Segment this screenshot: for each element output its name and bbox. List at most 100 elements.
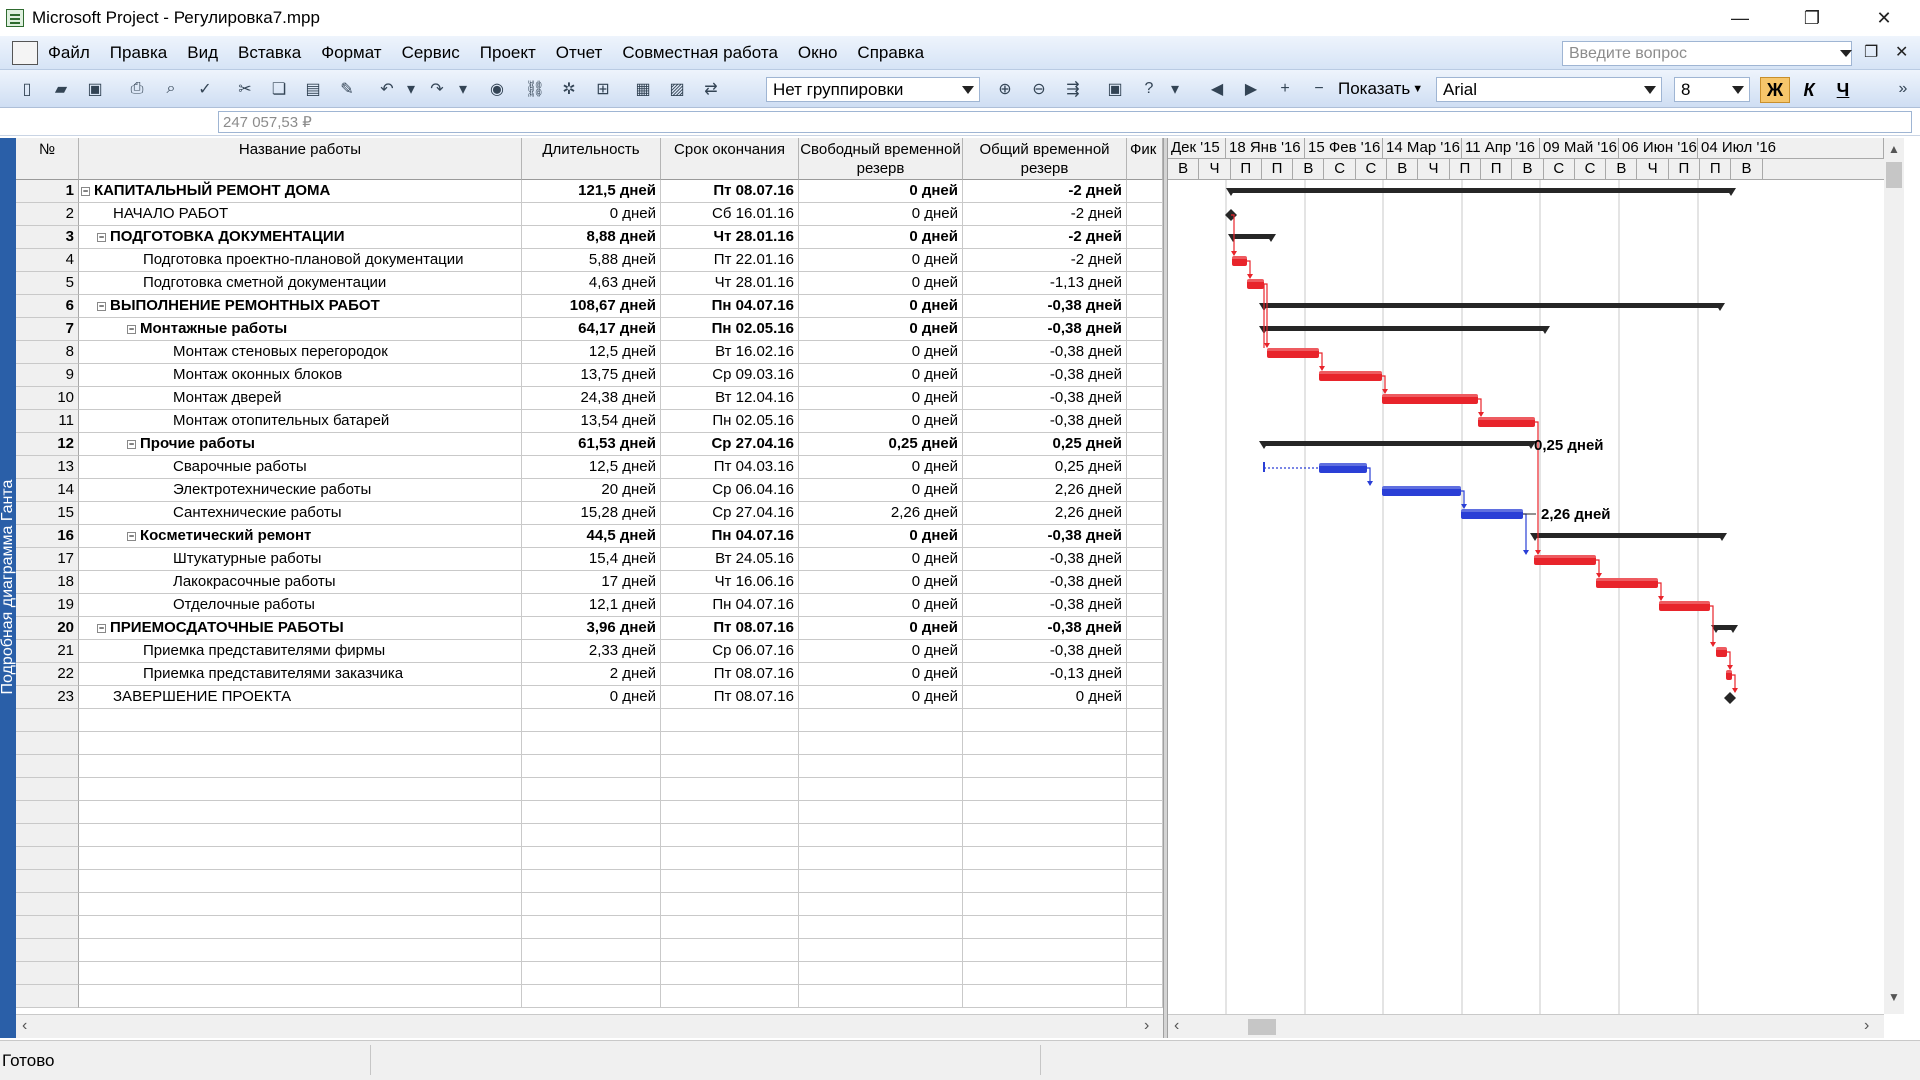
row-id-cell[interactable]: 1 bbox=[16, 180, 79, 203]
task-bar-highlight[interactable] bbox=[1461, 509, 1523, 512]
row-id-cell[interactable] bbox=[16, 778, 79, 801]
empty-row[interactable] bbox=[16, 801, 1163, 824]
column-header-free-slack[interactable]: Свободный временной резерв bbox=[799, 138, 963, 180]
task-name-cell[interactable]: Подготовка сметной документации bbox=[79, 272, 522, 295]
task-row[interactable]: 22 Приемка представителями заказчика 2 дне… bbox=[16, 663, 1163, 686]
fixed-cost-cell[interactable] bbox=[1127, 732, 1163, 755]
task-row[interactable]: 11 Монтаж отопительных батарей 13,54 дней П… bbox=[16, 410, 1163, 433]
menu-collaborate[interactable]: Совместная работа bbox=[622, 43, 778, 63]
fixed-cost-cell[interactable] bbox=[1127, 203, 1163, 226]
summary-bar[interactable] bbox=[1264, 303, 1720, 308]
duration-cell[interactable]: 12,5 дней bbox=[522, 456, 661, 479]
task-bar-highlight[interactable] bbox=[1596, 578, 1658, 581]
finish-cell[interactable] bbox=[661, 962, 799, 985]
hide-subtasks-icon[interactable]: − bbox=[1308, 78, 1330, 100]
fixed-cost-cell[interactable] bbox=[1127, 824, 1163, 847]
fixed-cost-cell[interactable] bbox=[1127, 985, 1163, 1008]
fixed-cost-cell[interactable] bbox=[1127, 295, 1163, 318]
duration-cell[interactable]: 20 дней bbox=[522, 479, 661, 502]
task-name-cell[interactable]: Подготовка проектно-плановой документаци… bbox=[79, 249, 522, 272]
menu-project[interactable]: Проект bbox=[480, 43, 536, 63]
task-notes-icon[interactable]: ▨ bbox=[666, 78, 688, 100]
total-slack-cell[interactable]: -0,13 дней bbox=[963, 663, 1127, 686]
finish-cell[interactable]: Пн 02.05.16 bbox=[661, 410, 799, 433]
fixed-cost-cell[interactable] bbox=[1127, 939, 1163, 962]
task-name-cell[interactable] bbox=[79, 755, 522, 778]
task-bar-highlight[interactable] bbox=[1319, 463, 1367, 466]
task-row[interactable]: 8 Монтаж стеновых перегородок 12,5 дней Вт … bbox=[16, 341, 1163, 364]
duration-cell[interactable]: 13,75 дней bbox=[522, 364, 661, 387]
font-size-select[interactable]: 8 bbox=[1674, 77, 1750, 102]
total-slack-cell[interactable]: -0,38 дней bbox=[963, 295, 1127, 318]
fixed-cost-cell[interactable] bbox=[1127, 180, 1163, 203]
fixed-cost-cell[interactable] bbox=[1127, 387, 1163, 410]
finish-cell[interactable]: Пт 22.01.16 bbox=[661, 249, 799, 272]
task-row[interactable]: 4 Подготовка проектно-плановой документац… bbox=[16, 249, 1163, 272]
free-slack-cell[interactable]: 0 дней bbox=[799, 410, 963, 433]
free-slack-cell[interactable]: 0 дней bbox=[799, 663, 963, 686]
task-name-cell[interactable]: Сварочные работы bbox=[79, 456, 522, 479]
finish-cell[interactable] bbox=[661, 847, 799, 870]
total-slack-cell[interactable] bbox=[963, 939, 1127, 962]
free-slack-cell[interactable] bbox=[799, 847, 963, 870]
mdi-close-icon[interactable]: ✕ bbox=[1895, 42, 1908, 62]
empty-row[interactable] bbox=[16, 916, 1163, 939]
total-slack-cell[interactable]: -0,38 дней bbox=[963, 548, 1127, 571]
gantt-scroll-left-icon[interactable]: ‹ bbox=[1174, 1017, 1179, 1035]
total-slack-cell[interactable]: -2 дней bbox=[963, 203, 1127, 226]
duration-cell[interactable] bbox=[522, 916, 661, 939]
total-slack-cell[interactable]: 0,25 дней bbox=[963, 433, 1127, 456]
collapse-toggle-icon[interactable]: − bbox=[81, 186, 90, 196]
finish-cell[interactable]: Вт 24.05.16 bbox=[661, 548, 799, 571]
gantt-vertical-scrollbar[interactable]: ▲ ▼ bbox=[1884, 138, 1904, 1014]
row-id-cell[interactable]: 14 bbox=[16, 479, 79, 502]
collapse-toggle-icon[interactable]: − bbox=[97, 301, 106, 311]
save-icon[interactable]: ▣ bbox=[84, 78, 106, 100]
row-id-cell[interactable]: 23 bbox=[16, 686, 79, 709]
link-tasks-icon[interactable]: ⛓ bbox=[524, 78, 546, 100]
free-slack-cell[interactable]: 0 дней bbox=[799, 548, 963, 571]
total-slack-cell[interactable]: 0,25 дней bbox=[963, 456, 1127, 479]
column-header-fixed[interactable]: Фик bbox=[1127, 138, 1163, 180]
empty-row[interactable] bbox=[16, 962, 1163, 985]
redo-icon[interactable]: ↷ bbox=[426, 78, 448, 100]
collapse-toggle-icon[interactable]: − bbox=[127, 439, 136, 449]
total-slack-cell[interactable] bbox=[963, 824, 1127, 847]
duration-cell[interactable] bbox=[522, 755, 661, 778]
total-slack-cell[interactable]: 2,26 дней bbox=[963, 502, 1127, 525]
collapse-toggle-icon[interactable]: − bbox=[97, 623, 106, 633]
task-bar-highlight[interactable] bbox=[1319, 371, 1382, 374]
fixed-cost-cell[interactable] bbox=[1127, 778, 1163, 801]
print-preview-icon[interactable]: ⌕ bbox=[160, 78, 182, 100]
row-id-cell[interactable]: 9 bbox=[16, 364, 79, 387]
finish-cell[interactable]: Пт 08.07.16 bbox=[661, 686, 799, 709]
new-file-icon[interactable]: ▯ bbox=[16, 78, 38, 100]
task-name-cell[interactable]: − ПОДГОТОВКА ДОКУМЕНТАЦИИ bbox=[79, 226, 522, 249]
fixed-cost-cell[interactable] bbox=[1127, 686, 1163, 709]
total-slack-cell[interactable] bbox=[963, 847, 1127, 870]
slack-start-marker[interactable] bbox=[1263, 462, 1265, 472]
task-name-cell[interactable] bbox=[79, 732, 522, 755]
finish-cell[interactable] bbox=[661, 801, 799, 824]
italic-button[interactable]: К bbox=[1794, 77, 1824, 103]
collapse-toggle-icon[interactable]: − bbox=[97, 232, 106, 242]
row-id-cell[interactable]: 20 bbox=[16, 617, 79, 640]
dependency-arrowhead[interactable] bbox=[1596, 573, 1602, 578]
free-slack-cell[interactable] bbox=[799, 916, 963, 939]
show-outline-button[interactable]: Показать ▼ bbox=[1338, 78, 1430, 100]
summary-bar[interactable] bbox=[1264, 441, 1531, 446]
fixed-cost-cell[interactable] bbox=[1127, 456, 1163, 479]
empty-row[interactable] bbox=[16, 709, 1163, 732]
total-slack-cell[interactable]: -0,38 дней bbox=[963, 341, 1127, 364]
finish-cell[interactable]: Пт 04.03.16 bbox=[661, 456, 799, 479]
task-name-cell[interactable] bbox=[79, 801, 522, 824]
total-slack-cell[interactable]: 2,26 дней bbox=[963, 479, 1127, 502]
duration-cell[interactable] bbox=[522, 732, 661, 755]
task-row[interactable]: 12 − Прочие работы 61,53 дней Ср 27.04.16 0,2… bbox=[16, 433, 1163, 456]
total-slack-cell[interactable]: -0,38 дней bbox=[963, 617, 1127, 640]
free-slack-cell[interactable]: 0 дней bbox=[799, 571, 963, 594]
task-row[interactable]: 2 НАЧАЛО РАБОТ 0 дней Сб 16.01.16 0 дней -2 д… bbox=[16, 203, 1163, 226]
duration-cell[interactable]: 2 дней bbox=[522, 663, 661, 686]
summary-bar[interactable] bbox=[1535, 533, 1722, 538]
finish-cell[interactable]: Вт 12.04.16 bbox=[661, 387, 799, 410]
